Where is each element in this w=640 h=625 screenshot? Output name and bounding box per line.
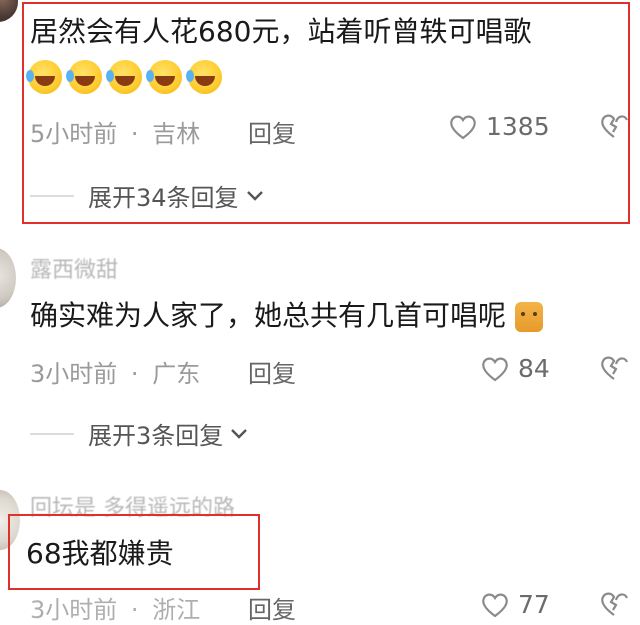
highlight-box: [8, 514, 260, 590]
comment-meta: 3小时前 · 广东: [30, 354, 200, 389]
comment-meta: 3小时前 · 浙江: [30, 590, 200, 625]
dislike-button[interactable]: [598, 354, 630, 386]
expand-replies-label: 展开3条回复: [88, 422, 224, 450]
dislike-button[interactable]: [598, 590, 630, 622]
cat-emoji-icon: [514, 302, 543, 332]
heart-outline-icon: [482, 593, 508, 617]
like-count: 77: [518, 590, 550, 619]
comment-location: 浙江: [152, 596, 201, 624]
like-button[interactable]: 77: [480, 590, 550, 619]
comment-text-content: 确实难为人家了，她总共有几首可唱呢: [30, 299, 507, 332]
comment-time: 3小时前: [30, 360, 118, 388]
like-button[interactable]: 84: [480, 354, 550, 383]
divider: [30, 432, 74, 435]
meta-separator: ·: [130, 360, 139, 388]
comment-location: 广东: [152, 360, 201, 388]
reply-button[interactable]: 回复: [248, 354, 296, 389]
heart-outline-icon: [482, 357, 508, 381]
highlight-box: [22, 2, 630, 224]
avatar[interactable]: [0, 0, 18, 22]
avatar[interactable]: [0, 248, 16, 308]
comment-username[interactable]: 露西微甜: [30, 252, 118, 284]
comment-time: 3小时前: [30, 596, 118, 624]
like-count: 84: [518, 354, 550, 383]
reply-button[interactable]: 回复: [248, 590, 296, 625]
expand-replies-button[interactable]: 展开3条回复: [30, 416, 249, 451]
comment-text: 确实难为人家了，她总共有几首可唱呢: [30, 298, 543, 334]
broken-heart-icon: [601, 592, 629, 616]
broken-heart-icon: [601, 356, 629, 380]
meta-separator: ·: [130, 596, 139, 624]
chevron-down-icon: [231, 428, 248, 439]
